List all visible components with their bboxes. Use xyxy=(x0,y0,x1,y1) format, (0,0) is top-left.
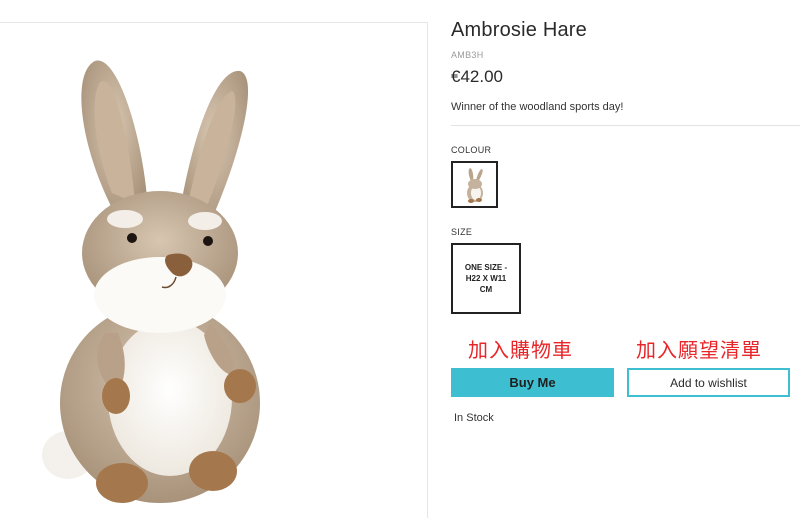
product-title: Ambrosie Hare xyxy=(451,19,587,41)
size-option[interactable]: ONE SIZE - H22 X W11 CM xyxy=(451,243,521,314)
buy-button[interactable]: Buy Me xyxy=(451,368,614,397)
product-details: Ambrosie Hare AMB3H €42.00 Winner of the… xyxy=(451,0,800,518)
product-price: €42.00 xyxy=(451,67,503,86)
buy-annotation: 加入購物車 xyxy=(468,338,573,362)
size-label: SIZE xyxy=(451,227,473,237)
product-image-panel xyxy=(0,22,428,518)
colour-swatch[interactable] xyxy=(451,161,498,208)
stock-status: In Stock xyxy=(454,412,494,424)
product-image xyxy=(42,60,260,503)
product-tagline: Winner of the woodland sports day! xyxy=(451,101,624,113)
colour-label: COLOUR xyxy=(451,145,492,155)
colour-swatch-thumbnail xyxy=(467,168,483,203)
divider xyxy=(451,125,800,126)
product-sku: AMB3H xyxy=(451,50,484,60)
add-to-wishlist-button[interactable]: Add to wishlist xyxy=(627,368,790,397)
wishlist-annotation: 加入願望清單 xyxy=(636,338,762,362)
